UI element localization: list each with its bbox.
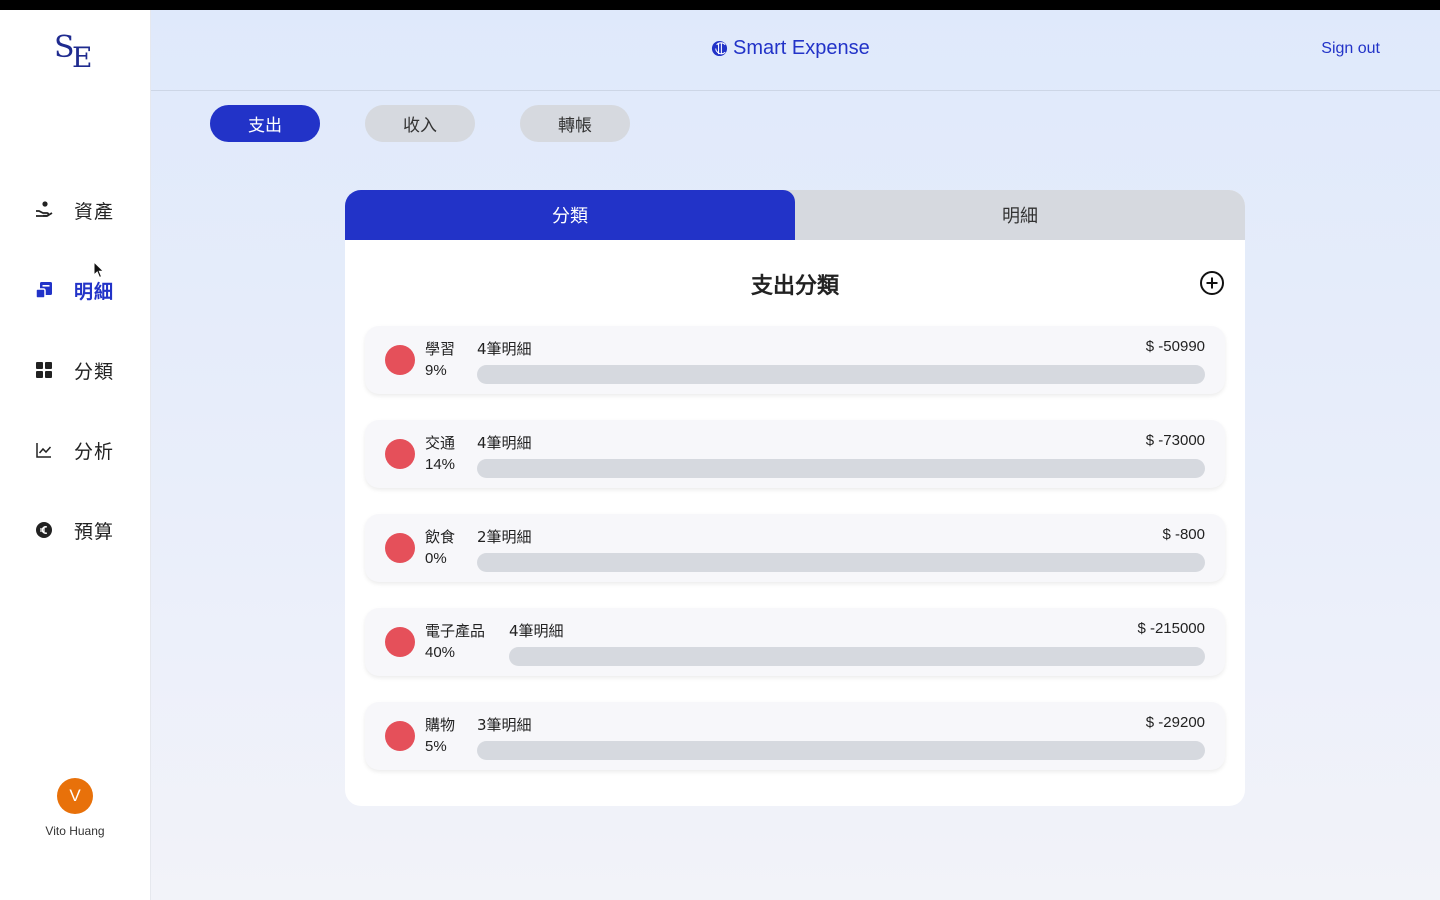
category-amount: $ -29200 — [1145, 714, 1205, 731]
sidebar-item-label: 明細 — [74, 280, 115, 303]
app-logo[interactable]: SE — [52, 30, 96, 74]
category-count: 4筆明細 — [509, 622, 564, 640]
user-name: Vito Huang — [45, 824, 105, 838]
category-name: 交通 — [425, 434, 456, 452]
grid-icon — [34, 360, 54, 380]
header: Smart Expense Sign out — [151, 10, 1440, 91]
category-progress-bar — [477, 553, 1205, 572]
sidebar-item-label: 分析 — [74, 440, 115, 463]
category-row-study[interactable]: 學習 9% 4筆明細 $ -50990 — [365, 326, 1225, 394]
category-color-dot — [385, 533, 415, 563]
category-progress-bar — [477, 741, 1205, 760]
category-progress-bar — [477, 365, 1205, 384]
brand[interactable]: Smart Expense — [711, 37, 870, 60]
receipt-icon — [34, 280, 54, 300]
category-color-dot — [385, 627, 415, 657]
globe-icon — [711, 40, 728, 57]
category-count: 3筆明細 — [477, 716, 532, 734]
category-name: 學習 — [425, 340, 456, 358]
category-count: 4筆明細 — [477, 434, 532, 452]
category-percent: 14% — [425, 456, 456, 473]
category-amount: $ -800 — [1162, 526, 1205, 543]
category-name: 電子產品 — [425, 622, 486, 640]
category-row-food[interactable]: 飲食 0% 2筆明細 $ -800 — [365, 514, 1225, 582]
tab-details[interactable]: 明細 — [795, 190, 1245, 240]
category-percent: 40% — [425, 644, 456, 661]
card-title: 支出分類 — [750, 274, 839, 299]
sign-out-link[interactable]: Sign out — [1321, 40, 1380, 58]
avatar-initial: V — [69, 786, 81, 805]
tab-transfer[interactable]: 轉帳 — [520, 105, 630, 142]
sidebar-item-assets[interactable]: 資產 — [34, 195, 134, 225]
euro-coin-icon — [34, 520, 54, 540]
hand-coin-icon — [34, 200, 54, 220]
sidebar-item-details[interactable]: 明細 — [34, 275, 134, 305]
main-content: Smart Expense Sign out 支出 收入 轉帳 分類 明細 支出… — [151, 10, 1440, 900]
view-tabs: 分類 明細 — [345, 190, 1245, 240]
avatar[interactable]: V — [57, 778, 93, 814]
screen-top-edge — [0, 0, 1440, 10]
category-amount: $ -215000 — [1137, 620, 1205, 637]
chart-line-icon — [34, 440, 54, 460]
sidebar-item-budget[interactable]: 預算 — [34, 515, 134, 545]
mouse-cursor-icon — [93, 261, 105, 279]
category-percent: 0% — [425, 550, 447, 567]
tab-income[interactable]: 收入 — [365, 105, 475, 142]
sidebar-item-label: 預算 — [74, 520, 115, 543]
category-name: 飲食 — [425, 528, 456, 546]
category-count: 2筆明細 — [477, 528, 532, 546]
category-progress-bar — [477, 459, 1205, 478]
add-category-button[interactable] — [1199, 270, 1225, 296]
category-color-dot — [385, 439, 415, 469]
sidebar-item-analysis[interactable]: 分析 — [34, 435, 134, 465]
category-amount: $ -73000 — [1145, 432, 1205, 449]
brand-name: Smart Expense — [733, 37, 870, 59]
sidebar-item-label: 分類 — [74, 360, 115, 383]
category-percent: 9% — [425, 362, 447, 379]
category-percent: 5% — [425, 738, 447, 755]
tab-expense[interactable]: 支出 — [210, 105, 320, 142]
category-color-dot — [385, 345, 415, 375]
sidebar-item-label: 資產 — [74, 200, 115, 223]
category-row-electronics[interactable]: 電子產品 40% 4筆明細 $ -215000 — [365, 608, 1225, 676]
sidebar: SE 資產 明細 分類 分析 預算 V Vito Huang — [0, 10, 151, 900]
tab-categories[interactable]: 分類 — [345, 190, 795, 240]
category-name: 購物 — [425, 716, 456, 734]
category-progress-bar — [509, 647, 1205, 666]
category-row-shopping[interactable]: 購物 5% 3筆明細 $ -29200 — [365, 702, 1225, 770]
category-card: 分類 明細 支出分類 學習 9% 4筆明細 $ -50990 交通 14% 4筆… — [345, 190, 1245, 806]
category-count: 4筆明細 — [477, 340, 532, 358]
category-amount: $ -50990 — [1145, 338, 1205, 355]
sidebar-item-categories[interactable]: 分類 — [34, 355, 134, 385]
category-color-dot — [385, 721, 415, 751]
category-row-transport[interactable]: 交通 14% 4筆明細 $ -73000 — [365, 420, 1225, 488]
